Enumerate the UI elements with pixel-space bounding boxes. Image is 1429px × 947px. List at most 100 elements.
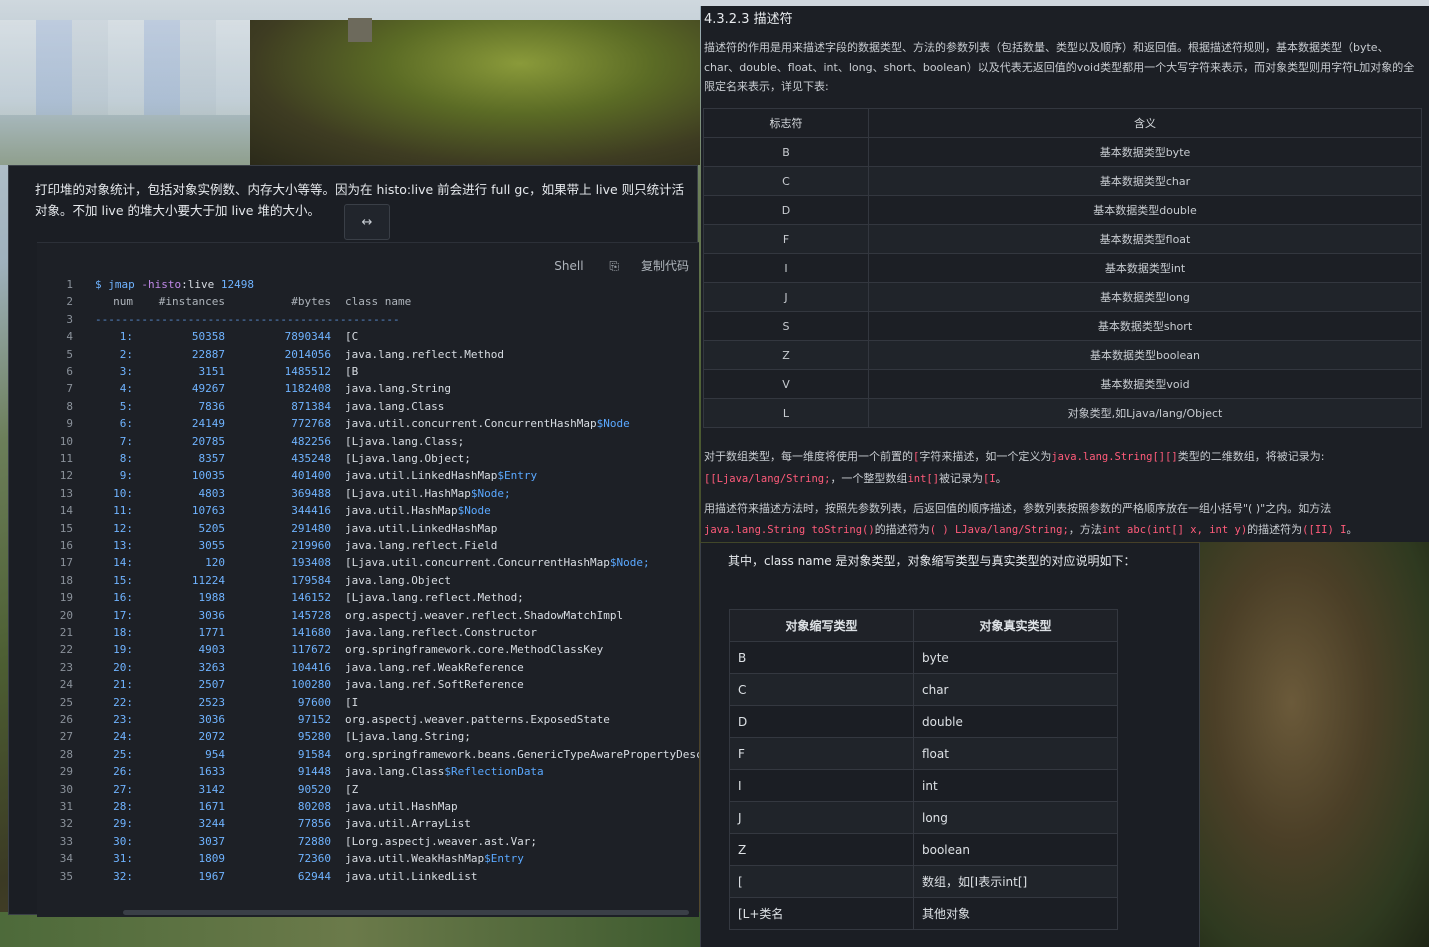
line-number: 24 xyxy=(59,678,73,692)
row-bytes: 100280 xyxy=(291,678,331,692)
descriptor-meaning: 对象类型,如Ljava/lang/Object xyxy=(868,398,1422,428)
table-row: [数组，如[I表示int[] xyxy=(729,865,1118,898)
class-name-suffix: $Node; xyxy=(470,486,511,500)
row-class-name: java.util.concurrent.ConcurrentHashMap$N… xyxy=(345,417,630,430)
abbrev-type: B xyxy=(729,641,914,674)
row-num: 30: xyxy=(113,834,133,848)
histo-row: 26 23: 3036 97152 org.aspectj.weaver.pattern… xyxy=(37,711,699,728)
row-instances: 7836 xyxy=(198,399,226,413)
note-text: 字符来描述，如一个定义为 xyxy=(919,450,1052,463)
line-number: 21 xyxy=(59,626,73,639)
row-class-name: java.util.ArrayList xyxy=(345,817,471,830)
row-bytes: 772768 xyxy=(291,417,331,431)
code-line-header: 2 num #instances #bytes class name xyxy=(37,293,699,310)
descriptor-symbol: L xyxy=(703,398,869,428)
table-row: B 基本数据类型byte xyxy=(703,137,1422,167)
line-number: 29 xyxy=(59,765,73,779)
horizontal-scrollbar[interactable] xyxy=(123,910,689,915)
histo-row: 6 3: 3151 1485512 [B xyxy=(37,363,699,380)
row-num: 6: xyxy=(119,417,133,431)
row-instances: 3263 xyxy=(198,660,226,674)
line-number: 20 xyxy=(59,608,73,622)
row-num: 29: xyxy=(113,817,133,831)
class-name-text: java.util.ArrayList xyxy=(345,817,471,831)
inline-code: ([II) I xyxy=(1302,524,1347,536)
row-instances: 3055 xyxy=(198,539,226,552)
histo-row: 27 24: 2072 95280 [Ljava.lang.String; xyxy=(37,728,699,745)
inline-code: java.lang.String toString() xyxy=(704,524,875,536)
row-num: 1: xyxy=(119,330,133,344)
table-row: Ddouble xyxy=(729,705,1118,738)
class-name-text: org.aspectj.weaver.patterns.ExposedState xyxy=(345,713,610,726)
table-row: Jlong xyxy=(729,801,1118,834)
descriptor-symbol: F xyxy=(703,224,869,254)
histo-row: 5 2: 22887 2014056 java.lang.reflect.Method xyxy=(37,346,699,363)
row-class-name: java.lang.ref.SoftReference xyxy=(345,678,524,691)
row-bytes: 145728 xyxy=(291,608,331,622)
class-name-suffix: $Node xyxy=(596,417,630,431)
line-number: 19 xyxy=(59,591,73,605)
row-instances: 1809 xyxy=(198,852,226,866)
inline-code: int[] xyxy=(907,473,940,485)
row-class-name: [Z xyxy=(345,783,358,796)
class-name-text: [Ljava.lang.String; xyxy=(345,730,471,744)
real-type: long xyxy=(913,801,1118,834)
background-tower xyxy=(348,18,372,42)
class-name-suffix: $Node xyxy=(457,504,491,518)
column-header-abbrev: 对象缩写类型 xyxy=(729,609,914,642)
code-line-separator: 3 ---------------------------------------… xyxy=(37,311,699,328)
line-number: 15 xyxy=(59,521,73,535)
row-num: 3: xyxy=(119,365,133,378)
row-instances: 11224 xyxy=(191,573,225,587)
row-bytes: 72880 xyxy=(297,834,331,848)
row-class-name: [Lorg.aspectj.weaver.ast.Var; xyxy=(345,835,537,848)
line-number: 6 xyxy=(66,365,73,378)
row-num: 32: xyxy=(113,869,133,883)
histo-row: 16 13: 3055 219960 java.lang.reflect.Field xyxy=(37,537,699,554)
real-type: 数组，如[I表示int[] xyxy=(913,865,1118,898)
table-row: J 基本数据类型long xyxy=(703,282,1422,312)
row-num: 8: xyxy=(119,452,133,465)
line-number: 13 xyxy=(59,486,73,500)
header-num: num xyxy=(113,295,133,309)
expand-icon: ↔ xyxy=(361,215,373,230)
descriptor-symbol: Z xyxy=(703,340,869,370)
abbrev-type: [L+类名 xyxy=(729,897,914,930)
row-bytes: 344416 xyxy=(291,504,331,518)
descriptor-meaning: 基本数据类型void xyxy=(868,369,1422,399)
note-text: 。 xyxy=(1346,523,1358,536)
histo-row: 12 9: 10035 401400 java.util.LinkedHashMap$E… xyxy=(37,467,699,484)
copy-code-label: 复制代码 xyxy=(640,259,689,273)
copy-code-button[interactable]: ⎘ 复制代码 xyxy=(609,259,689,273)
row-bytes: 104416 xyxy=(291,660,331,674)
descriptor-symbol: C xyxy=(703,166,869,196)
table-row: Cchar xyxy=(729,673,1118,706)
section-title: 4.3.2.3 描述符 xyxy=(704,12,793,27)
row-class-name: java.lang.reflect.Constructor xyxy=(345,626,537,639)
type-mapping-table: 对象缩写类型 对象真实类型 Bbyte Cchar Ddouble Ffloat Iin… xyxy=(729,609,1118,930)
histo-row: 32 29: 3244 77856 java.util.ArrayList xyxy=(37,815,699,832)
note-text: ，一个整型数组 xyxy=(830,472,908,485)
descriptor-symbol: D xyxy=(703,195,869,225)
expand-button[interactable]: ↔ xyxy=(344,204,390,240)
abbrev-type: F xyxy=(729,737,914,770)
row-instances: 10035 xyxy=(191,469,225,483)
row-num: 5: xyxy=(119,399,133,413)
row-num: 31: xyxy=(113,852,133,866)
row-instances: 3036 xyxy=(198,713,226,726)
class-name-text: java.util.WeakHashMap xyxy=(345,852,485,866)
row-class-name: java.util.HashMap xyxy=(345,800,458,813)
row-instances: 20785 xyxy=(191,434,225,448)
row-class-name: [I xyxy=(345,696,358,709)
class-name-text: java.util.HashMap xyxy=(345,800,458,813)
line-number: 14 xyxy=(59,504,73,518)
row-bytes: 91448 xyxy=(297,765,331,779)
row-num: 4: xyxy=(119,382,133,396)
row-class-name: org.aspectj.weaver.reflect.ShadowMatchIm… xyxy=(345,609,623,622)
row-instances: 1671 xyxy=(198,800,226,813)
row-class-name: [Ljava.lang.Object; xyxy=(345,452,471,465)
row-class-name: java.lang.reflect.Field xyxy=(345,539,497,552)
row-instances: 4903 xyxy=(198,643,226,657)
row-class-name: [Ljava.util.concurrent.ConcurrentHashMap… xyxy=(345,556,650,569)
row-num: 17: xyxy=(113,608,133,622)
